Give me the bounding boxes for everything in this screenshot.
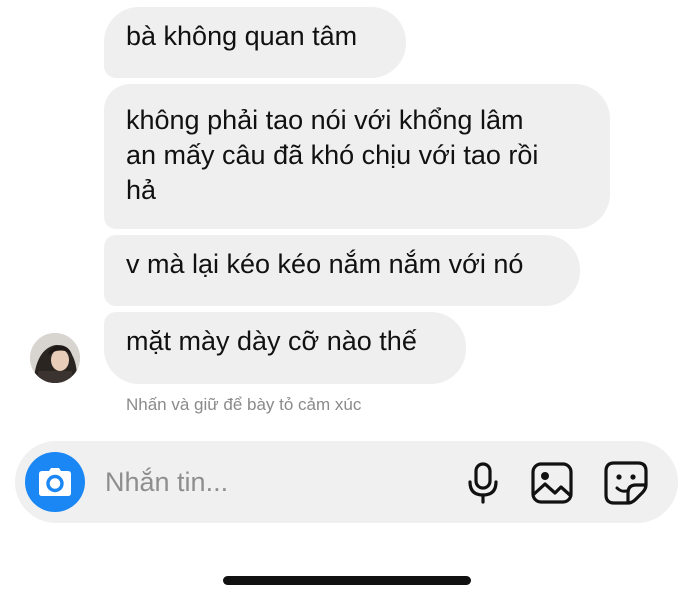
camera-icon	[39, 468, 71, 496]
message-text: mặt mày dày cỡ nào thế	[126, 326, 417, 356]
message-text-line: không phải tao nói với khổng lâm	[126, 105, 524, 135]
sticker-button[interactable]	[603, 460, 649, 506]
message-text: v mà lại kéo kéo nắm nắm với nó	[126, 249, 524, 279]
sticker-icon	[604, 461, 648, 505]
voice-button[interactable]	[460, 460, 506, 506]
avatar-photo	[30, 333, 80, 383]
message-text: bà không quan tâm	[126, 21, 358, 51]
message-bubble[interactable]: bà không quan tâm	[104, 7, 406, 78]
message-bubble[interactable]: không phải tao nói với khổng lâm an mấy …	[104, 84, 610, 229]
microphone-icon	[468, 462, 498, 504]
avatar[interactable]	[30, 333, 80, 383]
message-bubble[interactable]: v mà lại kéo kéo nắm nắm với nó	[104, 235, 580, 306]
camera-button[interactable]	[25, 452, 85, 512]
gallery-button[interactable]	[529, 460, 575, 506]
message-bubble[interactable]: mặt mày dày cỡ nào thế	[104, 312, 466, 384]
message-text-line: hả	[126, 175, 157, 205]
message-text-line: an mấy câu đã khó chịu với tao rồi	[126, 140, 539, 170]
message-input[interactable]: Nhắn tin...	[105, 465, 228, 499]
home-indicator[interactable]	[223, 576, 471, 585]
reaction-hint: Nhấn và giữ để bày tỏ cảm xúc	[126, 395, 362, 414]
image-icon	[531, 462, 573, 504]
message-composer: Nhắn tin...	[15, 441, 678, 523]
